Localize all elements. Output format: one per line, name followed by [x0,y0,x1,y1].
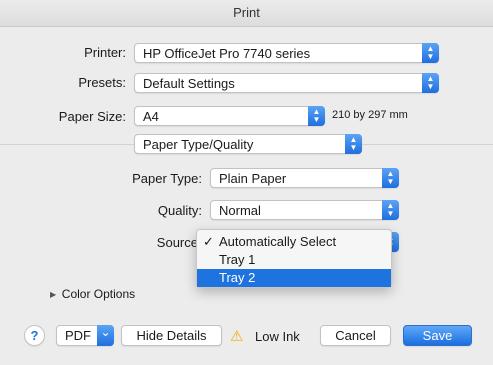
quality-value: Normal [219,203,261,218]
hide-details-button[interactable]: Hide Details [121,325,222,346]
quality-popup[interactable]: Normal ▲ ▼ [210,200,399,220]
menu-item-tray-1[interactable]: Tray 1 [197,251,391,269]
paper-size-value: A4 [143,109,159,124]
window-title: Print [0,0,493,27]
printer-value: HP OfficeJet Pro 7740 series [143,46,311,61]
quality-label: Quality: [157,203,202,218]
printer-label: Printer: [84,45,126,60]
paper-size-label: Paper Size: [58,109,126,124]
source-menu: ✓ Automatically Select Tray 1 Tray 2 [196,229,392,288]
checkmark-icon: ✓ [203,234,214,249]
presets-value: Default Settings [143,76,235,91]
paper-type-value: Plain Paper [219,171,287,186]
menu-item-automatically-select[interactable]: ✓ Automatically Select [197,233,391,251]
cancel-button[interactable]: Cancel [320,325,391,346]
printer-popup[interactable]: HP OfficeJet Pro 7740 series ▲ ▼ [134,43,439,63]
source-label: Source [156,235,198,250]
menu-item-tray-2[interactable]: Tray 2 [197,269,391,287]
popup-stepper-icon: ▲▼ [422,73,439,93]
section-value: Paper Type/Quality [143,137,254,152]
low-ink-label: Low Ink [255,329,300,344]
paper-size-dimensions: 210 by 297 mm [332,109,408,121]
popup-stepper-icon: ▲▼ [345,134,362,154]
help-button[interactable]: ? [24,325,45,346]
disclosure-triangle-icon: ▶ [50,290,57,300]
pdf-menu-button[interactable]: PDF ⌄ [56,325,114,346]
menu-item-label: Tray 1 [219,252,256,267]
popup-stepper-icon: ▲▼ [382,168,399,188]
paper-type-label: Paper Type: [132,171,202,186]
menu-item-label: Tray 2 [219,270,256,285]
pdf-label: PDF [65,328,91,343]
color-options-label: Color Options [61,287,136,301]
section-popup[interactable]: Paper Type/Quality ▲ ▼ [134,134,362,154]
popup-stepper-icon: ▲▼ [422,43,439,63]
color-options-disclosure[interactable]: ▶ Color Options [50,286,135,301]
warning-icon: ⚠ [230,328,244,345]
paper-type-popup[interactable]: Plain Paper ▲ ▼ [210,168,399,188]
print-dialog: Print Printer: HP OfficeJet Pro 7740 ser… [0,0,493,365]
chevron-down-icon: ⌄ [97,325,114,346]
popup-stepper-icon: ▲▼ [308,106,325,126]
presets-label: Presets: [78,75,126,90]
menu-item-label: Automatically Select [219,234,337,249]
save-button[interactable]: Save [403,325,472,346]
presets-popup[interactable]: Default Settings ▲ ▼ [134,73,439,93]
popup-stepper-icon: ▲▼ [382,200,399,220]
paper-size-popup[interactable]: A4 ▲ ▼ [134,106,325,126]
